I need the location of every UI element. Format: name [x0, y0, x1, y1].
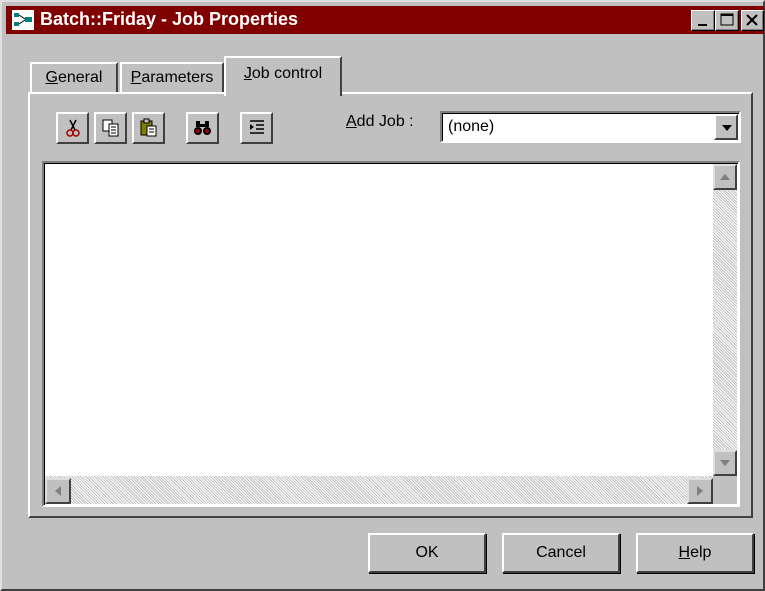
arrow-right-icon: [697, 486, 703, 496]
add-job-select[interactable]: (none): [440, 111, 741, 143]
title-bar[interactable]: Batch::Friday - Job Properties: [6, 6, 764, 34]
cut-button[interactable]: [56, 112, 89, 144]
vertical-scrollbar-track[interactable]: [713, 164, 737, 476]
tab-parameters-label: arameters: [141, 69, 214, 86]
help-button-label: elp: [690, 544, 712, 561]
job-control-editor[interactable]: [42, 161, 740, 507]
find-button[interactable]: [186, 112, 219, 144]
tab-general[interactable]: General: [30, 62, 118, 92]
copy-button[interactable]: [94, 112, 127, 144]
tab-parameters[interactable]: Parameters: [120, 62, 224, 92]
indent-icon: [250, 120, 264, 134]
copy-icon: [102, 119, 119, 137]
tab-parameters-accel: P: [130, 69, 142, 86]
help-button-accel: H: [678, 544, 691, 561]
maximize-button[interactable]: [715, 10, 739, 31]
add-job-label-accel: A: [346, 113, 357, 130]
tab-job-control-accel: J: [243, 65, 252, 82]
scroll-right-button[interactable]: [687, 478, 713, 504]
app-icon: [12, 10, 34, 30]
add-job-dropdown-button[interactable]: [714, 114, 738, 140]
help-button[interactable]: Help: [636, 533, 754, 573]
scroll-down-button[interactable]: [713, 450, 737, 476]
paste-button[interactable]: [132, 112, 165, 144]
scroll-left-button[interactable]: [45, 478, 71, 504]
add-job-label: Add Job :: [346, 113, 414, 131]
window-title: Batch::Friday - Job Properties: [40, 9, 299, 29]
scissors-icon: [66, 119, 80, 137]
horizontal-scrollbar-track[interactable]: [45, 476, 713, 504]
tab-general-accel: G: [45, 69, 58, 86]
paste-icon: [140, 118, 157, 137]
arrow-down-icon: [720, 460, 730, 466]
arrow-left-icon: [55, 486, 61, 496]
ok-button[interactable]: OK: [368, 533, 486, 573]
arrow-up-icon: [720, 174, 730, 180]
close-button[interactable]: [741, 10, 764, 31]
minimize-button[interactable]: [691, 10, 715, 31]
scroll-up-button[interactable]: [713, 164, 737, 190]
add-job-label-text: dd Job :: [356, 113, 414, 130]
cancel-button[interactable]: Cancel: [502, 533, 620, 573]
indent-button[interactable]: [240, 112, 273, 144]
tab-general-label: eneral: [57, 69, 103, 86]
tab-job-control-label: ob control: [251, 65, 323, 82]
scrollbar-corner: [713, 476, 737, 504]
binoculars-icon: [194, 121, 211, 135]
add-job-select-value: (none): [448, 118, 495, 135]
chevron-down-icon: [722, 125, 732, 131]
tab-job-control[interactable]: Job control: [224, 56, 342, 96]
